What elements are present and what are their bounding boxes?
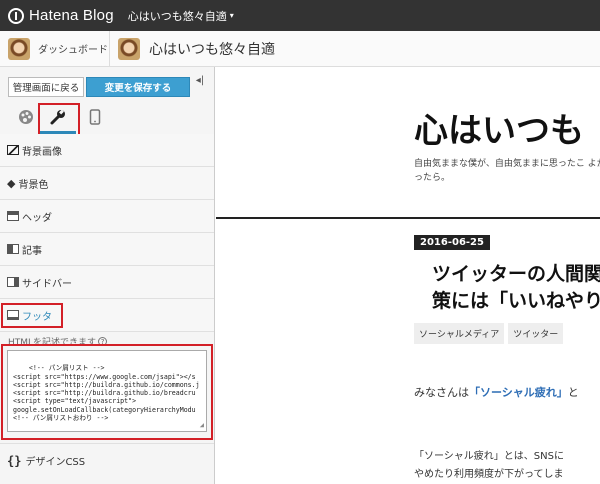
dashboard-link[interactable]: ダッシュボード [0,31,110,66]
post-title-line2: 策には「いいねやり [432,290,600,312]
menu-item-article[interactable]: 記事 [0,233,214,266]
menu-item-design-css[interactable]: {} デザインCSS [0,443,214,477]
body-line1: 「ソーシャル疲れ」とは、SNSに [414,451,564,462]
preview-description: 自由気ままな僕が、自由気ままに思ったこ よかったら。 [414,159,600,183]
social-fatigue-link[interactable]: 「ソーシャル疲れ」 [469,386,568,399]
braces-icon: {} [7,453,22,468]
blog-preview: 心はいつも 自由気ままな僕が、自由気ままに思ったこ よかったら。 2016-06… [216,67,600,484]
smartphone-icon[interactable] [83,106,107,128]
sub-bar: ダッシュボード 心はいつも悠々自適 [0,31,600,67]
avatar [8,37,30,60]
menu-item-label: 記事 [22,245,42,257]
article-icon [7,244,19,254]
divider [216,217,600,219]
menu-item-background-color[interactable]: ◆ 背景色 [0,167,214,200]
brand-name[interactable]: Hatena Blog [29,7,114,24]
body-text-suffix: と [567,386,579,399]
image-icon [7,145,19,155]
blog-title-link[interactable]: 心はいつも悠々自適 [110,37,275,60]
menu-item-header[interactable]: ヘッダ [0,200,214,233]
hatena-logo-icon[interactable] [8,7,24,24]
blog-selector[interactable]: 心はいつも悠々自適 ▾ [128,8,234,24]
caret-down-icon: ▾ [229,11,234,20]
palette-icon[interactable] [14,106,38,128]
menu-item-sidebar[interactable]: サイドバー [0,266,214,299]
collapse-panel-icon[interactable]: ◂| [189,70,211,90]
panel-tabs [0,101,215,134]
menu-item-label: 背景色 [18,179,49,191]
highlight-box-footer [1,303,63,328]
menu-item-label: 背景画像 [22,146,62,158]
post-title[interactable]: ツイッターの人間関 策には「いいねやり [432,261,600,315]
design-css-label: デザインCSS [25,457,86,468]
blog-avatar [118,37,140,60]
post-title-line1: ツイッターの人間関 [432,263,600,285]
menu-item-label: サイドバー [22,278,72,290]
post-tags: ソーシャルメディア ツイッター [414,323,567,344]
menu-item-label: ヘッダ [22,212,52,224]
post-date[interactable]: 2016-06-25 [414,235,490,250]
body-text: みなさんは [414,386,469,399]
color-icon: ◆ [7,176,16,190]
post-body-paragraph: 「ソーシャル疲れ」とは、SNSに やめたり利用頻度が下がってしま [414,448,564,484]
header-icon [7,211,19,221]
top-bar: Hatena Blog 心はいつも悠々自適 ▾ [0,0,600,31]
back-to-admin-button[interactable]: 管理画面に戻る [8,77,84,97]
blog-title-label: 心はいつも悠々自適 [149,41,275,58]
design-panel: 管理画面に戻る 変更を保存する ◂| 背景画像 ◆ 背景色 ヘッダ 記事 サイド… [0,67,215,484]
menu-item-background-image[interactable]: 背景画像 [0,134,214,167]
tag-twitter[interactable]: ツイッター [508,323,564,344]
blog-selector-label: 心はいつも悠々自適 [127,9,227,23]
dashboard-label: ダッシュボード [38,45,108,56]
body-line2: やめたり利用頻度が下がってしま [414,469,564,480]
highlight-box-textarea [1,344,213,440]
save-changes-button[interactable]: 変更を保存する [86,77,190,97]
preview-blog-title[interactable]: 心はいつも [414,103,584,152]
tag-social-media[interactable]: ソーシャルメディア [414,323,505,344]
post-body-intro: みなさんは「ソーシャル疲れ」と [414,384,579,400]
sidebar-icon [7,277,19,287]
